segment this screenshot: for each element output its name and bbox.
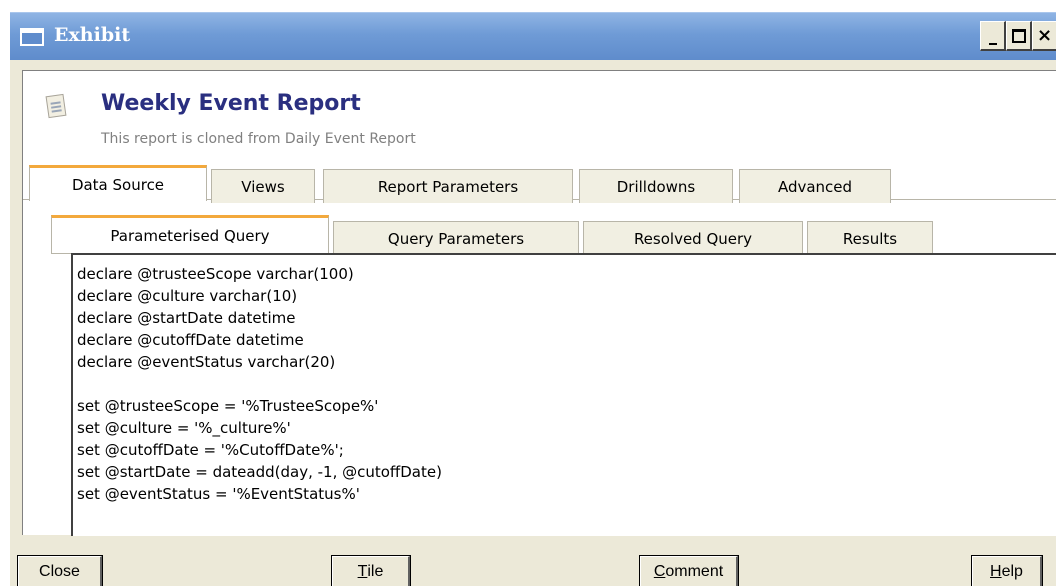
code-line: declare @cutoffDate datetime (77, 331, 304, 349)
tile-button-mnemonic: T (357, 562, 368, 580)
close-window-button[interactable]: × (1032, 21, 1056, 51)
window-body: Weekly Event Report This report is clone… (10, 60, 1056, 586)
tab-label: Report Parameters (377, 177, 519, 196)
window-icon (20, 28, 44, 46)
tile-button-label: ile (367, 562, 384, 580)
tab-label: Data Source (71, 175, 165, 194)
code-line: set @culture = '%_culture%' (77, 419, 291, 437)
tab-label: Drilldowns (616, 177, 696, 196)
code-line: declare @startDate datetime (77, 309, 296, 327)
window-title: Exhibit (54, 24, 131, 46)
tab-report-parameters[interactable]: Report Parameters (323, 169, 573, 203)
tab-advanced[interactable]: Advanced (739, 169, 891, 203)
minimize-button[interactable] (980, 21, 1006, 51)
tab-resolved-query[interactable]: Resolved Query (583, 221, 803, 255)
code-line: set @cutoffDate = '%CutoffDate%'; (77, 441, 344, 459)
report-icon (45, 93, 67, 119)
close-button[interactable]: Close (18, 556, 102, 586)
comment-button[interactable]: Comment (640, 556, 738, 586)
close-icon: × (1036, 25, 1053, 46)
report-subtitle: This report is cloned from Daily Event R… (101, 131, 416, 147)
title-bar[interactable]: Exhibit × (10, 12, 1056, 60)
tab-label: Advanced (777, 177, 853, 196)
code-line: declare @eventStatus varchar(20) (77, 353, 336, 371)
minimize-icon (988, 42, 997, 45)
code-line: set @eventStatus = '%EventStatus%' (77, 485, 360, 503)
tab-label: Results (842, 229, 898, 248)
maximize-button[interactable] (1006, 21, 1032, 51)
tab-results[interactable]: Results (807, 221, 933, 255)
tab-parameterised-query[interactable]: Parameterised Query (51, 215, 329, 253)
help-button-mnemonic: H (990, 562, 1002, 580)
maximize-icon (1011, 28, 1026, 43)
tab-drilldowns[interactable]: Drilldowns (579, 169, 733, 203)
tab-query-parameters[interactable]: Query Parameters (333, 221, 579, 255)
tab-data-source[interactable]: Data Source (29, 165, 207, 201)
code-line: set @trusteeScope = '%TrusteeScope%' (77, 397, 379, 415)
query-text: declare @trusteeScope varchar(100) decla… (77, 263, 442, 505)
query-editor[interactable]: declare @trusteeScope varchar(100) decla… (71, 253, 1056, 536)
help-button-label: elp (1001, 562, 1023, 580)
tab-label: Parameterised Query (110, 226, 270, 245)
code-line: declare @trusteeScope varchar(100) (77, 265, 354, 283)
tab-views[interactable]: Views (211, 169, 315, 203)
tab-label: Resolved Query (633, 229, 753, 248)
comment-button-mnemonic: C (653, 562, 666, 580)
tab-label: Query Parameters (387, 229, 525, 248)
report-title: Weekly Event Report (101, 91, 361, 116)
report-panel: Weekly Event Report This report is clone… (22, 70, 1056, 536)
exhibit-window: Exhibit × Weekly Event Report This repor… (0, 0, 1056, 586)
close-button-label: Close (39, 562, 80, 580)
code-line: declare @culture varchar(10) (77, 287, 298, 305)
code-line: set @startDate = dateadd(day, -1, @cutof… (77, 463, 442, 481)
help-button[interactable]: Help (972, 556, 1042, 586)
comment-button-label: omment (665, 562, 724, 580)
tile-button[interactable]: Tile (332, 556, 410, 586)
tab-label: Views (241, 177, 285, 196)
